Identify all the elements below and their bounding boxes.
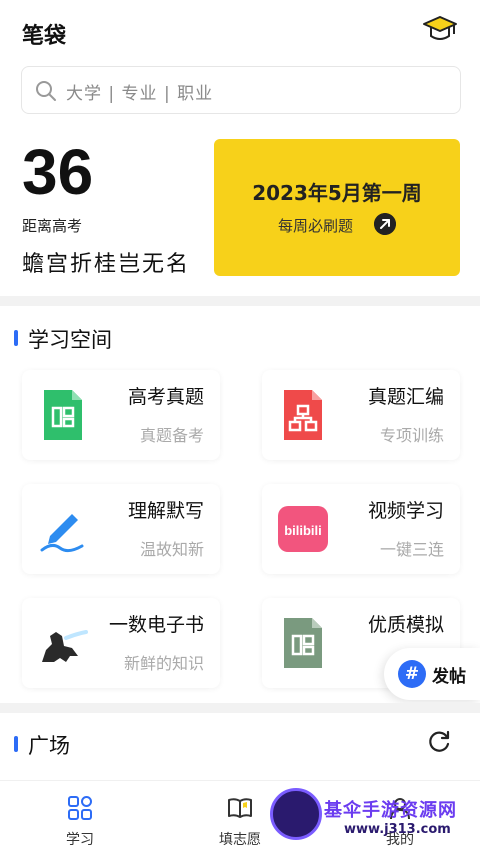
tile-subtitle: 真题备考 bbox=[139, 426, 204, 445]
tile-subtitle: 专项训练 bbox=[379, 426, 444, 445]
tile-real-compilation[interactable]: 真题汇编 专项训练 bbox=[262, 370, 460, 460]
tile-title: 优质模拟 bbox=[367, 614, 444, 636]
section-study-space: 学习空间 bbox=[14, 324, 112, 354]
refresh-icon[interactable] bbox=[426, 729, 452, 755]
site-watermark: 基伞手游资源网 www.j313.com bbox=[266, 786, 480, 848]
section-title-text: 学习空间 bbox=[28, 328, 112, 352]
search-bar[interactable]: 大学 | 专业 | 职业 bbox=[21, 66, 461, 114]
godzilla-icon bbox=[42, 630, 88, 662]
arrow-up-right-icon bbox=[374, 213, 396, 235]
post-button[interactable]: # 发帖 bbox=[384, 648, 480, 700]
section-divider bbox=[0, 703, 480, 713]
search-placeholder: 大学 | 专业 | 职业 bbox=[66, 84, 214, 104]
tab-study[interactable]: 学习 bbox=[20, 781, 140, 853]
motto-text: 蟾宫折桂岂无名 bbox=[22, 252, 191, 277]
post-button-label: 发帖 bbox=[432, 667, 466, 687]
hashtag-icon: # bbox=[398, 660, 426, 688]
weekly-title: 2023年5月第一周 bbox=[252, 181, 422, 205]
tile-subtitle: 一键三连 bbox=[379, 540, 444, 559]
tile-subtitle: 新鲜的知识 bbox=[123, 654, 204, 673]
countdown-label: 距离高考 bbox=[22, 217, 83, 235]
tile-title: 理解默写 bbox=[127, 500, 204, 522]
graduation-cap-icon[interactable] bbox=[422, 14, 458, 46]
weekly-practice-card[interactable]: 2023年5月第一周 每周必刷题 bbox=[214, 139, 460, 276]
tile-title: 高考真题 bbox=[127, 386, 204, 408]
app-title: 笔袋 bbox=[22, 24, 67, 49]
countdown-days: 36 bbox=[22, 136, 94, 208]
tile-title: 一数电子书 bbox=[108, 614, 204, 636]
tab-label: 学习 bbox=[66, 832, 94, 848]
watermark-url: www.j313.com bbox=[344, 822, 451, 837]
weekly-subtitle: 每周必刷题 bbox=[278, 217, 354, 235]
svg-text:bilibili: bilibili bbox=[284, 523, 322, 538]
search-icon bbox=[36, 81, 56, 101]
grid-icon bbox=[68, 796, 92, 820]
document-gray-icon bbox=[284, 618, 322, 668]
tile-ebook[interactable]: 一数电子书 新鲜的知识 bbox=[22, 598, 220, 688]
section-plaza: 广场 bbox=[14, 730, 70, 760]
tile-title: 视频学习 bbox=[367, 500, 444, 522]
section-title-text: 广场 bbox=[28, 734, 70, 758]
section-divider bbox=[0, 296, 480, 306]
app-header: 笔袋 bbox=[0, 0, 480, 64]
document-red-icon bbox=[284, 390, 322, 440]
book-icon bbox=[228, 798, 252, 818]
tile-subtitle: 温故知新 bbox=[139, 540, 204, 559]
section-marker bbox=[14, 330, 18, 346]
tile-video-study[interactable]: bilibili 视频学习 一键三连 bbox=[262, 484, 460, 574]
watermark-logo bbox=[270, 788, 322, 840]
section-marker bbox=[14, 736, 18, 752]
bilibili-icon: bilibili bbox=[278, 506, 328, 552]
pen-icon bbox=[40, 514, 84, 553]
tile-gaokao-real[interactable]: 高考真题 真题备考 bbox=[22, 370, 220, 460]
document-green-icon bbox=[44, 390, 82, 440]
tile-title: 真题汇编 bbox=[367, 386, 444, 408]
tile-recitation[interactable]: 理解默写 温故知新 bbox=[22, 484, 220, 574]
watermark-title: 基伞手游资源网 bbox=[324, 800, 457, 821]
